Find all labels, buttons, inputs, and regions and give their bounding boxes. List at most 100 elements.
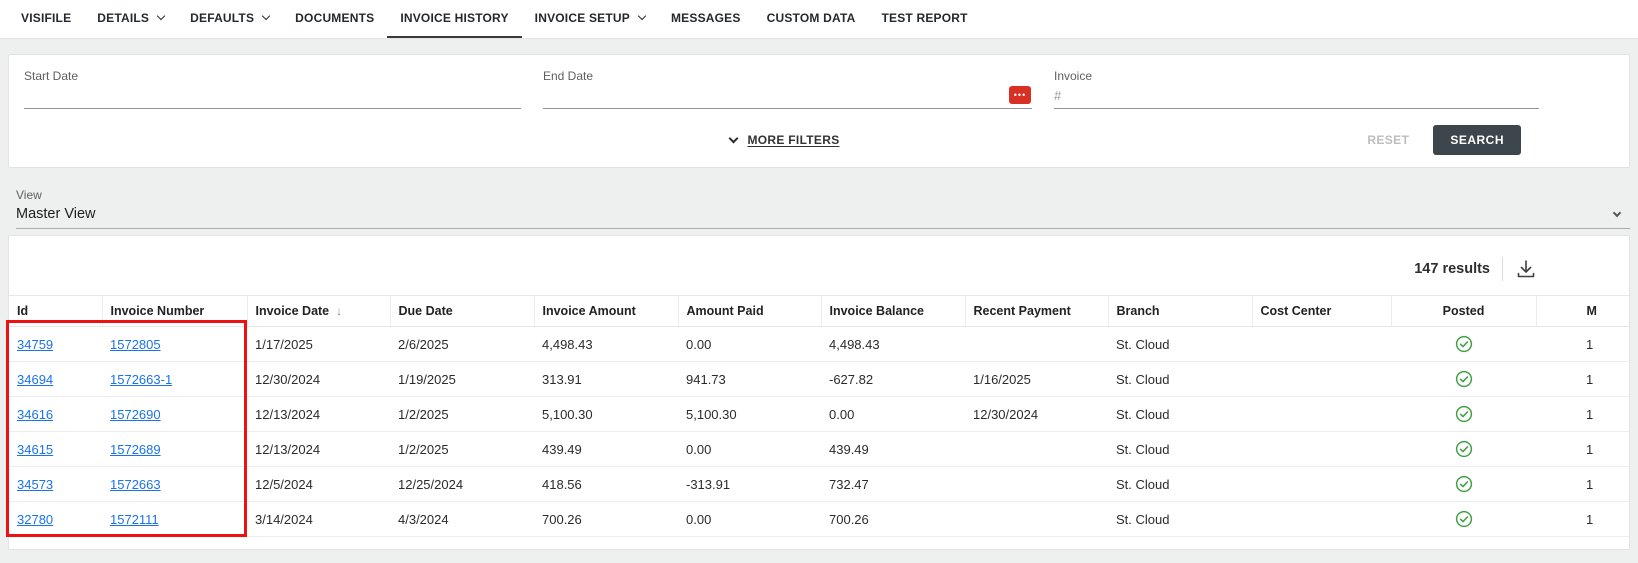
recent-payment-cell bbox=[965, 466, 1108, 502]
invoice-number-link[interactable]: 1572690 bbox=[110, 407, 161, 422]
invoice-date-cell: 1/17/2025 bbox=[247, 326, 390, 362]
divider bbox=[1502, 257, 1503, 281]
reset-button[interactable]: RESET bbox=[1361, 132, 1415, 148]
invoice-number-link[interactable]: 1572689 bbox=[110, 442, 161, 457]
posted-cell bbox=[1391, 396, 1536, 432]
column-header-recent-payment[interactable]: Recent Payment bbox=[964, 295, 1108, 327]
tab-messages[interactable]: MESSAGES bbox=[658, 0, 754, 38]
due-date-cell: 4/3/2024 bbox=[390, 501, 534, 537]
branch-cell: St. Cloud bbox=[1108, 326, 1252, 362]
invoice-row: 34616 1572690 12/13/2024 1/2/2025 5,100.… bbox=[9, 396, 1629, 432]
invoice-id-link[interactable]: 34616 bbox=[17, 407, 53, 422]
invoice-id-link[interactable]: 32780 bbox=[17, 512, 53, 527]
invoice-amount-cell: 313.91 bbox=[534, 361, 678, 397]
invoice-amount-cell: 418.56 bbox=[534, 466, 678, 502]
due-date-cell: 2/6/2025 bbox=[390, 326, 534, 362]
column-header-cost-center[interactable]: Cost Center bbox=[1251, 295, 1391, 327]
id-cell: 34573 bbox=[9, 466, 102, 502]
results-bar: 147 results bbox=[9, 236, 1629, 295]
amount-paid-cell: 0.00 bbox=[678, 431, 821, 467]
filter-actions-row: MORE FILTERS RESET SEARCH bbox=[9, 125, 1629, 155]
tab-test-report[interactable]: TEST REPORT bbox=[868, 0, 980, 38]
invoice-id-link[interactable]: 34615 bbox=[17, 442, 53, 457]
invoice-balance-cell: 4,498.43 bbox=[821, 326, 965, 362]
tab-label: DEFAULTS bbox=[190, 11, 255, 25]
invoice-number-cell: 1572663-1 bbox=[102, 361, 247, 397]
cost-center-cell bbox=[1252, 431, 1391, 467]
invoice-date-cell: 12/5/2024 bbox=[247, 466, 390, 502]
invoice-table: Id Invoice Number Invoice Date ↓ Due Date… bbox=[9, 295, 1629, 537]
invoice-date-cell: 12/13/2024 bbox=[247, 396, 390, 432]
posted-check-icon bbox=[1455, 440, 1472, 458]
branch-cell: St. Cloud bbox=[1108, 466, 1252, 502]
tab-details[interactable]: DETAILS bbox=[84, 0, 177, 38]
table-header-row: Id Invoice Number Invoice Date ↓ Due Date… bbox=[9, 295, 1629, 327]
more-filters-label: MORE FILTERS bbox=[747, 133, 840, 147]
invoice-date-cell: 3/14/2024 bbox=[247, 501, 390, 537]
posted-check-icon bbox=[1455, 405, 1472, 423]
invoice-number-cell: 1572690 bbox=[102, 396, 247, 432]
invoice-balance-cell: 732.47 bbox=[821, 466, 965, 502]
column-header-posted[interactable]: Posted bbox=[1390, 295, 1536, 327]
filter-panel: Start Date End Date ••• Invoice MORE FIL… bbox=[8, 54, 1630, 168]
column-header-invoice-balance[interactable]: Invoice Balance bbox=[820, 295, 965, 327]
view-dropdown[interactable]: Master View bbox=[16, 202, 1630, 229]
invoice-balance-cell: 439.49 bbox=[821, 431, 965, 467]
tab-invoice-setup[interactable]: INVOICE SETUP bbox=[522, 0, 658, 38]
tab-label: CUSTOM DATA bbox=[766, 11, 856, 25]
invoice-id-link[interactable]: 34759 bbox=[17, 337, 53, 352]
invoice-history-page: VISIFILE DETAILS DEFAULTS DOCUMENTS INVO… bbox=[0, 0, 1638, 550]
end-date-input[interactable] bbox=[543, 85, 1032, 109]
column-header-invoice-number[interactable]: Invoice Number bbox=[101, 295, 247, 327]
sort-descending-icon[interactable]: ↓ bbox=[336, 304, 342, 318]
cost-center-cell bbox=[1252, 326, 1391, 362]
download-icon[interactable] bbox=[1515, 259, 1537, 279]
column-header-invoice-date[interactable]: Invoice Date ↓ bbox=[246, 295, 390, 327]
results-count: 147 results bbox=[1414, 261, 1490, 277]
invoice-number-link[interactable]: 1572111 bbox=[110, 512, 159, 527]
invoice-amount-cell: 5,100.30 bbox=[534, 396, 678, 432]
invoice-number-link[interactable]: 1572805 bbox=[110, 337, 161, 352]
invoice-number-cell: 1572805 bbox=[102, 326, 247, 362]
chevron-down-icon bbox=[637, 11, 647, 21]
chevron-down-icon bbox=[261, 11, 271, 21]
column-header-id[interactable]: Id bbox=[9, 295, 102, 327]
invoice-number-cell: 1572663 bbox=[102, 466, 247, 502]
invoice-balance-cell: -627.82 bbox=[821, 361, 965, 397]
column-header-m[interactable]: M bbox=[1535, 295, 1629, 327]
column-header-due-date[interactable]: Due Date bbox=[389, 295, 534, 327]
column-header-amount-paid[interactable]: Amount Paid bbox=[677, 295, 821, 327]
chevron-down-icon bbox=[729, 133, 739, 144]
invoice-row: 34615 1572689 12/13/2024 1/2/2025 439.49… bbox=[9, 431, 1629, 467]
due-date-cell: 1/19/2025 bbox=[390, 361, 534, 397]
branch-cell: St. Cloud bbox=[1108, 361, 1252, 397]
m-cell: 1 bbox=[1536, 326, 1629, 362]
invoice-number-input[interactable] bbox=[1054, 85, 1539, 109]
invoice-id-link[interactable]: 34694 bbox=[17, 372, 53, 387]
tab-custom-data[interactable]: CUSTOM DATA bbox=[754, 0, 869, 38]
invoice-number-link[interactable]: 1572663 bbox=[110, 477, 161, 492]
invoice-date-cell: 12/13/2024 bbox=[247, 431, 390, 467]
column-header-branch[interactable]: Branch bbox=[1107, 295, 1252, 327]
invoice-number-link[interactable]: 1572663-1 bbox=[110, 372, 172, 387]
search-button[interactable]: SEARCH bbox=[1433, 125, 1521, 155]
m-cell: 1 bbox=[1536, 431, 1629, 467]
tab-documents[interactable]: DOCUMENTS bbox=[282, 0, 387, 38]
invoice-id-link[interactable]: 34573 bbox=[17, 477, 53, 492]
tab-invoice-history[interactable]: INVOICE HISTORY bbox=[387, 0, 522, 38]
start-date-input[interactable] bbox=[24, 85, 521, 109]
ellipsis-icon: ••• bbox=[1013, 89, 1027, 100]
date-picker-icon[interactable]: ••• bbox=[1009, 86, 1031, 104]
posted-cell bbox=[1391, 466, 1536, 502]
invoice-balance-cell: 0.00 bbox=[821, 396, 965, 432]
posted-cell bbox=[1391, 326, 1536, 362]
filter-fields: Start Date End Date ••• Invoice bbox=[9, 69, 1629, 109]
more-filters-button[interactable]: MORE FILTERS bbox=[724, 132, 845, 148]
end-date-field: End Date ••• bbox=[543, 69, 1032, 109]
due-date-cell: 1/2/2025 bbox=[390, 431, 534, 467]
invoice-number-cell: 1572111 bbox=[102, 501, 247, 537]
tab-visifile[interactable]: VISIFILE bbox=[8, 0, 84, 38]
tab-defaults[interactable]: DEFAULTS bbox=[177, 0, 282, 38]
recent-payment-cell bbox=[965, 431, 1108, 467]
column-header-invoice-amount[interactable]: Invoice Amount bbox=[533, 295, 678, 327]
